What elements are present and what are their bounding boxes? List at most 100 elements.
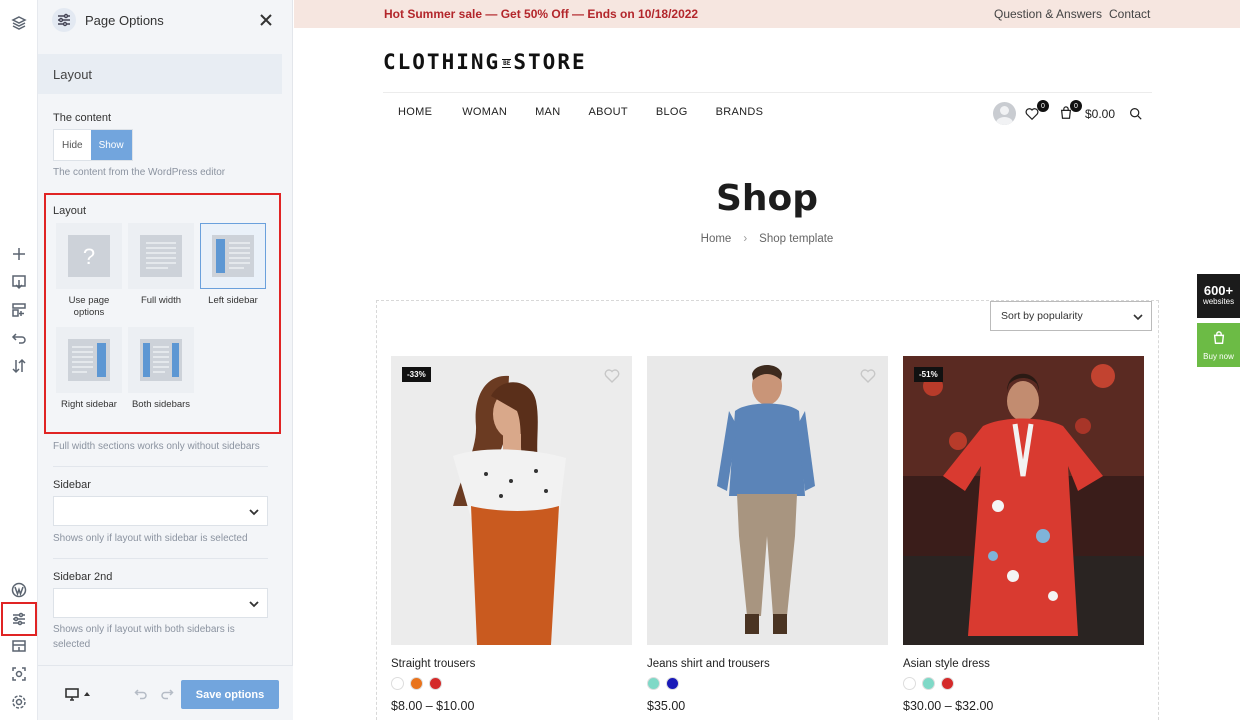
nav-item-home[interactable]: HOME xyxy=(398,106,432,118)
content-label: The content xyxy=(53,112,112,124)
breadcrumb-current: Shop template xyxy=(759,233,834,245)
websites-count: 600+ xyxy=(1203,283,1234,298)
promo-bar: Hot Summer sale — Get 50% Off — Ends on … xyxy=(294,0,1240,28)
panel-title: Page Options xyxy=(85,12,164,28)
device-switcher[interactable] xyxy=(65,687,95,701)
layout-hint: Full width sections works only without s… xyxy=(53,441,260,452)
layout-option-both-sidebars[interactable]: Both sidebars xyxy=(128,327,194,411)
contact-link[interactable]: Contact xyxy=(1109,7,1150,21)
redo-icon[interactable] xyxy=(160,687,174,701)
panel-footer: Save options xyxy=(38,665,293,720)
export-icon[interactable] xyxy=(8,635,30,657)
content-hide-button[interactable]: Hide xyxy=(54,130,91,160)
color-swatch[interactable] xyxy=(903,677,916,690)
product-card[interactable]: -33% Straight trousers $8.00 – $10.00 xyxy=(391,356,632,713)
wishlist-heart-icon[interactable] xyxy=(604,368,620,384)
wordpress-icon[interactable] xyxy=(8,579,30,601)
nav-item-woman[interactable]: WOMAN xyxy=(462,106,507,118)
wishlist-count-badge: 0 xyxy=(1037,100,1049,112)
product-image[interactable]: -33% xyxy=(391,356,632,645)
plus-icon[interactable] xyxy=(8,243,30,265)
color-swatches xyxy=(903,677,1144,690)
websites-count-button[interactable]: 600+ websites xyxy=(1197,274,1240,318)
divider xyxy=(53,466,268,467)
settings-icon[interactable] xyxy=(8,691,30,713)
undo-icon[interactable] xyxy=(134,687,148,701)
color-swatch[interactable] xyxy=(391,677,404,690)
layout-option-label: Full width xyxy=(140,295,182,306)
svg-text:?: ? xyxy=(83,244,95,269)
save-options-button[interactable]: Save options xyxy=(181,680,279,709)
preview-icon[interactable] xyxy=(8,663,30,685)
nav-item-man[interactable]: MAN xyxy=(535,106,560,118)
layout-option-full-width[interactable]: Full width xyxy=(128,223,194,307)
breadcrumb: Home › Shop template xyxy=(294,233,1240,245)
avatar[interactable] xyxy=(993,102,1016,125)
color-swatch[interactable] xyxy=(941,677,954,690)
product-name[interactable]: Asian style dress xyxy=(903,658,1144,670)
color-swatch[interactable] xyxy=(410,677,423,690)
nav-item-blog[interactable]: BLOG xyxy=(656,106,688,118)
sort-label: Sort by popularity xyxy=(1001,310,1083,322)
layout-option-right-sidebar[interactable]: Right sidebar xyxy=(56,327,122,411)
product-card[interactable]: -51% Asian style dress $30.00 – $32.00 xyxy=(903,356,1144,713)
product-image[interactable]: -51% xyxy=(903,356,1144,645)
sidebar2-label: Sidebar 2nd xyxy=(53,571,113,583)
product-price: $30.00 – $32.00 xyxy=(903,699,994,713)
page-options-icon[interactable] xyxy=(1,602,37,636)
color-swatch[interactable] xyxy=(922,677,935,690)
wrap-icon[interactable] xyxy=(8,299,30,321)
site-logo[interactable]: CLOTHING BE STORE xyxy=(383,50,587,74)
breadcrumb-home[interactable]: Home xyxy=(701,233,732,245)
sidebar-select[interactable] xyxy=(53,496,268,526)
sort-icon[interactable] xyxy=(8,355,30,377)
sidebar2-hint: Shows only if layout with both sidebars … xyxy=(53,624,235,650)
layout-option-page-options[interactable]: ? Use page options xyxy=(56,223,122,319)
color-swatch[interactable] xyxy=(429,677,442,690)
content-show-button[interactable]: Show xyxy=(90,130,132,160)
header-divider xyxy=(383,92,1152,93)
full-width-layout-icon xyxy=(140,235,182,277)
content-toggle: Hide Show xyxy=(53,129,133,161)
logo-right: STORE xyxy=(513,50,587,74)
search-icon[interactable] xyxy=(1129,107,1142,125)
question-layout-icon: ? xyxy=(68,235,110,277)
main-nav: HOME WOMAN MAN ABOUT BLOG BRANDS xyxy=(398,106,763,118)
buy-now-button[interactable]: Buy now xyxy=(1197,323,1240,367)
product-name[interactable]: Jeans shirt and trousers xyxy=(647,658,888,670)
qa-link[interactable]: Question & Answers xyxy=(994,7,1102,21)
add-section-icon[interactable] xyxy=(8,271,30,293)
product-card[interactable]: Jeans shirt and trousers $35.00 xyxy=(647,356,888,713)
wishlist-heart-icon[interactable] xyxy=(860,368,876,384)
sort-select[interactable]: Sort by popularity xyxy=(990,301,1152,331)
sidebar2-select[interactable] xyxy=(53,588,268,618)
site-preview: Hot Summer sale — Get 50% Off — Ends on … xyxy=(294,0,1240,720)
undo-icon[interactable] xyxy=(8,327,30,349)
layout-option-label: Use page options xyxy=(68,295,110,318)
chevron-down-icon xyxy=(249,509,259,516)
nav-item-about[interactable]: ABOUT xyxy=(588,106,627,118)
cart-count-badge: 0 xyxy=(1070,100,1082,112)
chevron-down-icon xyxy=(249,601,259,608)
nav-item-brands[interactable]: BRANDS xyxy=(716,106,764,118)
layout-label: Layout xyxy=(53,205,87,217)
close-icon[interactable] xyxy=(257,11,275,29)
cart-total[interactable]: $0.00 xyxy=(1085,107,1115,121)
product-image[interactable] xyxy=(647,356,888,645)
layout-option-left-sidebar[interactable]: Left sidebar xyxy=(200,223,266,307)
layout-option-label: Left sidebar xyxy=(208,295,258,306)
heart-icon[interactable] xyxy=(1025,107,1039,126)
sidebar-hint: Shows only if layout with sidebar is sel… xyxy=(53,533,248,544)
section-title[interactable]: Layout xyxy=(38,54,282,94)
color-swatch[interactable] xyxy=(666,677,679,690)
content-hint: The content from the WordPress editor xyxy=(53,167,226,178)
layers-icon[interactable] xyxy=(8,12,30,34)
color-swatches xyxy=(391,677,632,690)
color-swatch[interactable] xyxy=(647,677,660,690)
discount-badge: -51% xyxy=(914,367,943,382)
chevron-down-icon xyxy=(1133,314,1143,321)
app-window: Page Options Layout The content Hide Sho… xyxy=(0,0,1240,720)
right-sidebar-layout-icon xyxy=(68,339,110,381)
websites-count-label: websites xyxy=(1202,297,1235,306)
product-name[interactable]: Straight trousers xyxy=(391,658,632,670)
